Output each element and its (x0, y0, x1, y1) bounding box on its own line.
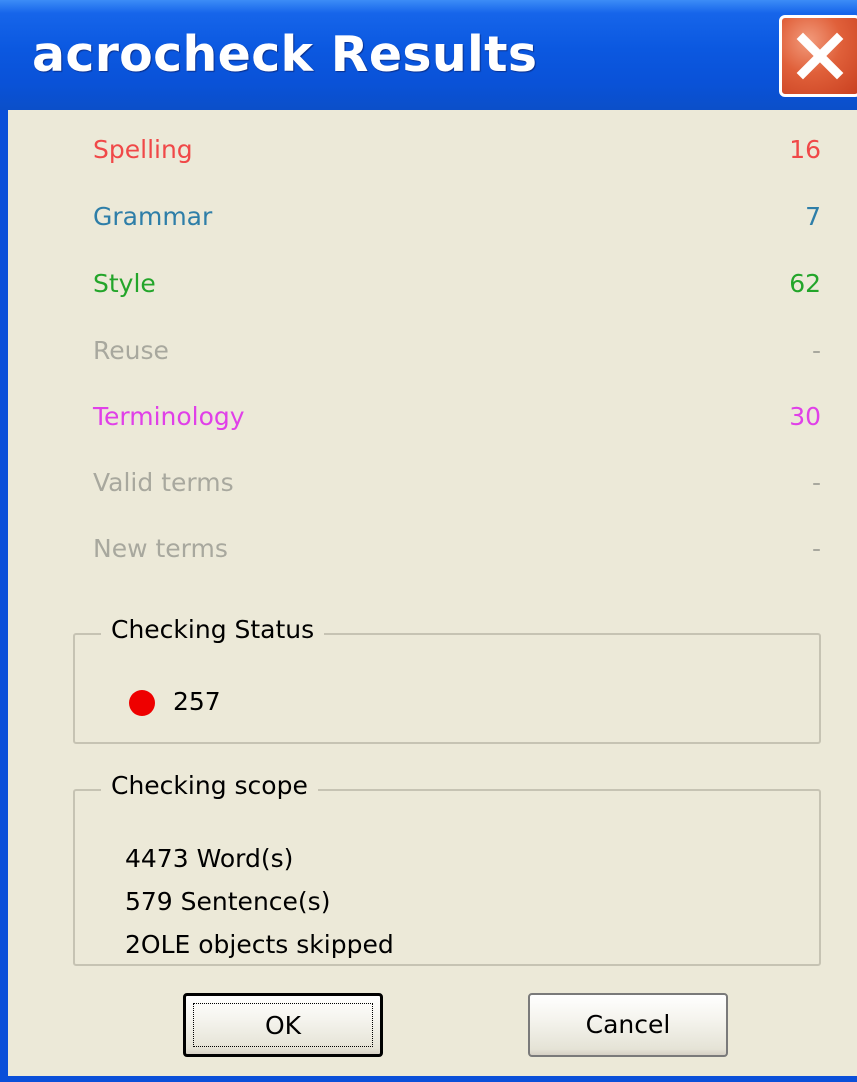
result-row-valid-terms: Valid terms - (93, 463, 821, 503)
result-count: 7 (805, 202, 821, 231)
result-row-reuse: Reuse - (93, 331, 821, 371)
window-title: acrocheck Results (32, 26, 538, 83)
result-label: Spelling (93, 135, 193, 164)
checking-status-legend: Checking Status (101, 610, 325, 650)
result-row-terminology[interactable]: Terminology 30 (93, 397, 821, 437)
result-row-new-terms: New terms - (93, 529, 821, 569)
result-count: - (811, 468, 821, 497)
close-button[interactable] (779, 15, 857, 97)
ok-button-label: OK (193, 1003, 373, 1047)
result-label: Terminology (93, 402, 245, 431)
scope-sentence-count: 579 Sentence(s) (125, 887, 331, 916)
ok-button[interactable]: OK (183, 993, 383, 1057)
result-count: - (811, 534, 821, 563)
result-row-spelling[interactable]: Spelling 16 (93, 130, 821, 170)
result-label: Valid terms (93, 468, 234, 497)
result-row-grammar[interactable]: Grammar 7 (93, 197, 821, 237)
close-x-icon (796, 32, 844, 80)
title-bar[interactable]: acrocheck Results (0, 0, 857, 110)
cancel-button[interactable]: Cancel (528, 993, 728, 1057)
result-count: 30 (789, 402, 821, 431)
result-row-style[interactable]: Style 62 (93, 264, 821, 304)
results-dialog: acrocheck Results Spelling 16 Grammar 7 … (0, 0, 857, 1082)
checking-scope-legend: Checking scope (101, 766, 318, 806)
result-label: Grammar (93, 202, 213, 231)
checking-scope-group: Checking scope 4473 Word(s) 579 Sentence… (73, 766, 821, 966)
result-label: New terms (93, 534, 228, 563)
scope-word-count: 4473 Word(s) (125, 844, 294, 873)
checking-status-value: 257 (173, 687, 221, 716)
result-count: 62 (789, 269, 821, 298)
checking-status-group: Checking Status 257 (73, 610, 821, 744)
result-count: 16 (789, 135, 821, 164)
result-label: Style (93, 269, 156, 298)
result-label: Reuse (93, 336, 169, 365)
result-count: - (811, 336, 821, 365)
scope-ole-skipped: 2OLE objects skipped (125, 930, 394, 959)
status-indicator-icon (129, 690, 155, 716)
